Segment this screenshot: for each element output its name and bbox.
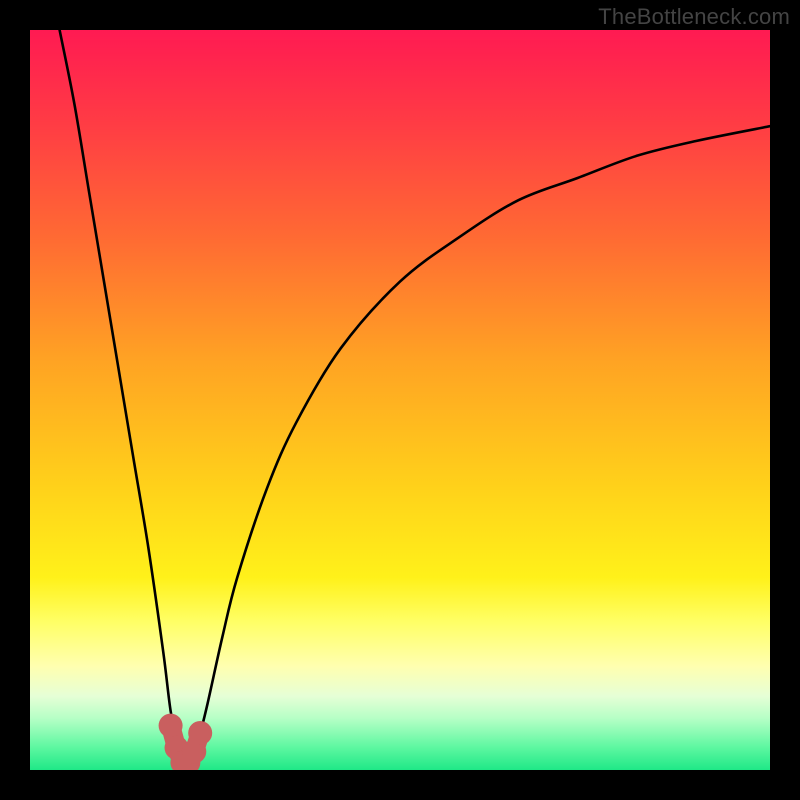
bottleneck-curve [60, 30, 770, 770]
watermark-text: TheBottleneck.com [598, 4, 790, 30]
chart-frame: TheBottleneck.com [0, 0, 800, 800]
curve-layer [30, 30, 770, 770]
minimum-marker [159, 714, 183, 738]
plot-area [30, 30, 770, 770]
minimum-marker [188, 721, 212, 745]
minimum-markers [159, 714, 213, 770]
